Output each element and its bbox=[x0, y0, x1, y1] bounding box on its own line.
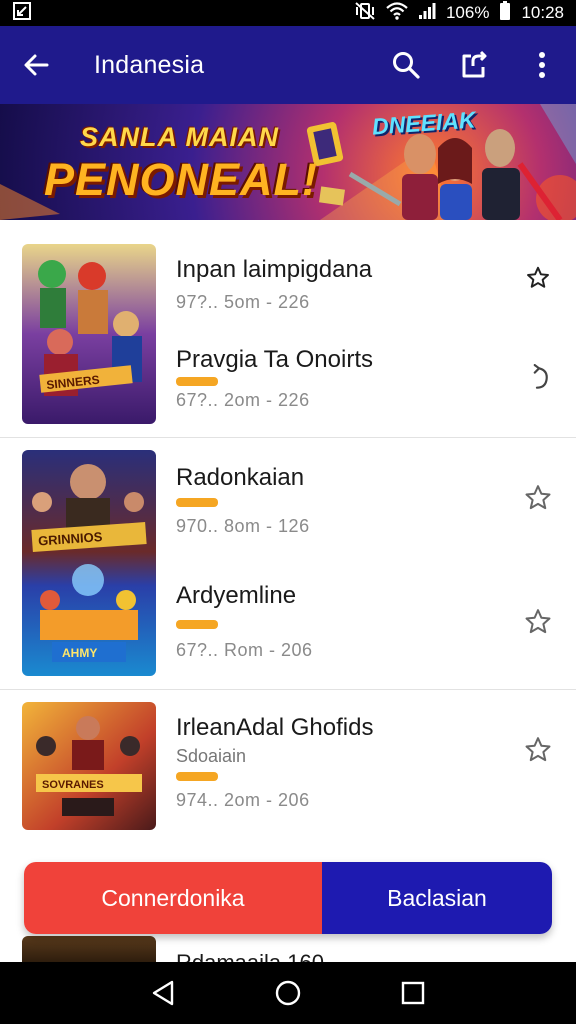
app-bar: Indanesia bbox=[0, 26, 576, 104]
battery-icon bbox=[499, 0, 511, 26]
more-options-button[interactable] bbox=[508, 26, 576, 104]
star-outline-icon bbox=[525, 609, 551, 634]
favorite-button[interactable] bbox=[520, 732, 556, 768]
list-item[interactable]: Pravgia Ta Onoirts 67?.. 2om - 226 bbox=[176, 346, 556, 416]
list-item[interactable]: Radonkaian 970.. 8om - 126 bbox=[176, 464, 556, 544]
list-group: SOVRANES IrleanAdal Ghofids Sdoaiain 974… bbox=[0, 690, 576, 840]
system-nav-bar bbox=[0, 962, 576, 1024]
game-meta: 974.. 2om - 206 bbox=[176, 790, 310, 810]
cell-signal-icon bbox=[418, 2, 436, 25]
nav-back-icon bbox=[152, 980, 173, 1006]
game-meta: 97?.. 5om - 226 bbox=[176, 292, 310, 312]
progress-bar bbox=[176, 620, 218, 629]
share-icon bbox=[462, 50, 487, 78]
nav-home-icon bbox=[275, 980, 301, 1006]
back-arrow-icon bbox=[24, 54, 49, 76]
svg-text:SOVRANES: SOVRANES bbox=[42, 779, 104, 791]
list-item[interactable]: Ardyemline 67?.. Rom - 206 bbox=[176, 582, 556, 662]
retry-button[interactable] bbox=[520, 360, 556, 396]
progress-bar bbox=[176, 377, 218, 386]
game-title: IrleanAdal Ghofids bbox=[176, 714, 374, 741]
screenshot-notification-icon bbox=[12, 1, 32, 26]
game-cover-art: GRINNIOS AHMY bbox=[22, 450, 156, 676]
game-meta: 67?.. Rom - 206 bbox=[176, 640, 313, 660]
list-group: SINNERS Inpan laimpigdana 97?.. 5om - 22… bbox=[0, 226, 576, 438]
game-title: Ardyemline bbox=[176, 582, 297, 609]
star-outline-icon bbox=[527, 266, 549, 288]
nav-back-button[interactable] bbox=[138, 968, 188, 1018]
share-button[interactable] bbox=[440, 26, 508, 104]
segmented-toggle: Connerdonika Baclasian bbox=[24, 862, 552, 934]
game-thumbnail[interactable]: SINNERS bbox=[22, 244, 156, 424]
toggle-option-right[interactable]: Baclasian bbox=[322, 862, 552, 934]
game-meta: 970.. 8om - 126 bbox=[176, 516, 310, 536]
back-button[interactable] bbox=[0, 26, 72, 104]
game-thumbnail[interactable] bbox=[22, 936, 156, 964]
refresh-icon bbox=[533, 364, 548, 389]
game-cover-art: SINNERS bbox=[22, 244, 156, 424]
wifi-icon bbox=[386, 1, 408, 25]
toggle-option-left[interactable]: Connerdonika bbox=[24, 862, 322, 934]
game-thumbnail[interactable]: GRINNIOS AHMY bbox=[22, 450, 156, 676]
page-title: Indanesia bbox=[94, 50, 205, 79]
game-title: Radonkaian bbox=[176, 464, 305, 491]
more-vert-icon bbox=[539, 52, 545, 78]
search-button[interactable] bbox=[372, 26, 440, 104]
screen: 106% 10:28 Indanesia SANLA MAIAN PENONEA… bbox=[0, 0, 576, 1024]
vibrate-off-icon bbox=[354, 1, 376, 26]
list-item[interactable]: Inpan laimpigdana 97?.. 5om - 226 bbox=[176, 256, 556, 316]
game-thumbnail[interactable]: SOVRANES bbox=[22, 702, 156, 830]
battery-percent: 106% bbox=[445, 3, 490, 22]
star-outline-icon bbox=[525, 485, 551, 510]
status-bar: 106% 10:28 bbox=[0, 0, 576, 26]
list-group: GRINNIOS AHMY Radonkaian 970.. 8om - 126… bbox=[0, 438, 576, 690]
favorite-button[interactable] bbox=[520, 260, 556, 296]
search-icon bbox=[393, 52, 420, 79]
game-title: Pravgia Ta Onoirts bbox=[176, 346, 373, 373]
game-cover-art: SOVRANES bbox=[22, 702, 156, 830]
svg-text:AHMY: AHMY bbox=[62, 646, 97, 660]
list-item[interactable]: IrleanAdal Ghofids Sdoaiain 974.. 2om - … bbox=[176, 714, 556, 824]
game-title: Inpan laimpigdana bbox=[176, 256, 373, 283]
favorite-button[interactable] bbox=[520, 480, 556, 516]
favorite-button[interactable] bbox=[520, 604, 556, 640]
banner-headline-main: PENONEAL! bbox=[44, 154, 319, 205]
progress-bar bbox=[176, 498, 218, 507]
star-outline-icon bbox=[525, 737, 551, 762]
nav-home-button[interactable] bbox=[263, 968, 313, 1018]
nav-recents-icon bbox=[402, 981, 425, 1005]
nav-recents-button[interactable] bbox=[388, 968, 438, 1018]
game-meta: 67?.. 2om - 226 bbox=[176, 390, 310, 410]
promo-banner[interactable]: SANLA MAIAN PENONEAL! DNEEIAK bbox=[0, 104, 576, 220]
progress-bar bbox=[176, 772, 218, 781]
clock: 10:28 bbox=[521, 3, 564, 22]
game-subtitle: Sdoaiain bbox=[176, 746, 247, 766]
banner-headline-top: SANLA MAIAN bbox=[80, 122, 279, 152]
